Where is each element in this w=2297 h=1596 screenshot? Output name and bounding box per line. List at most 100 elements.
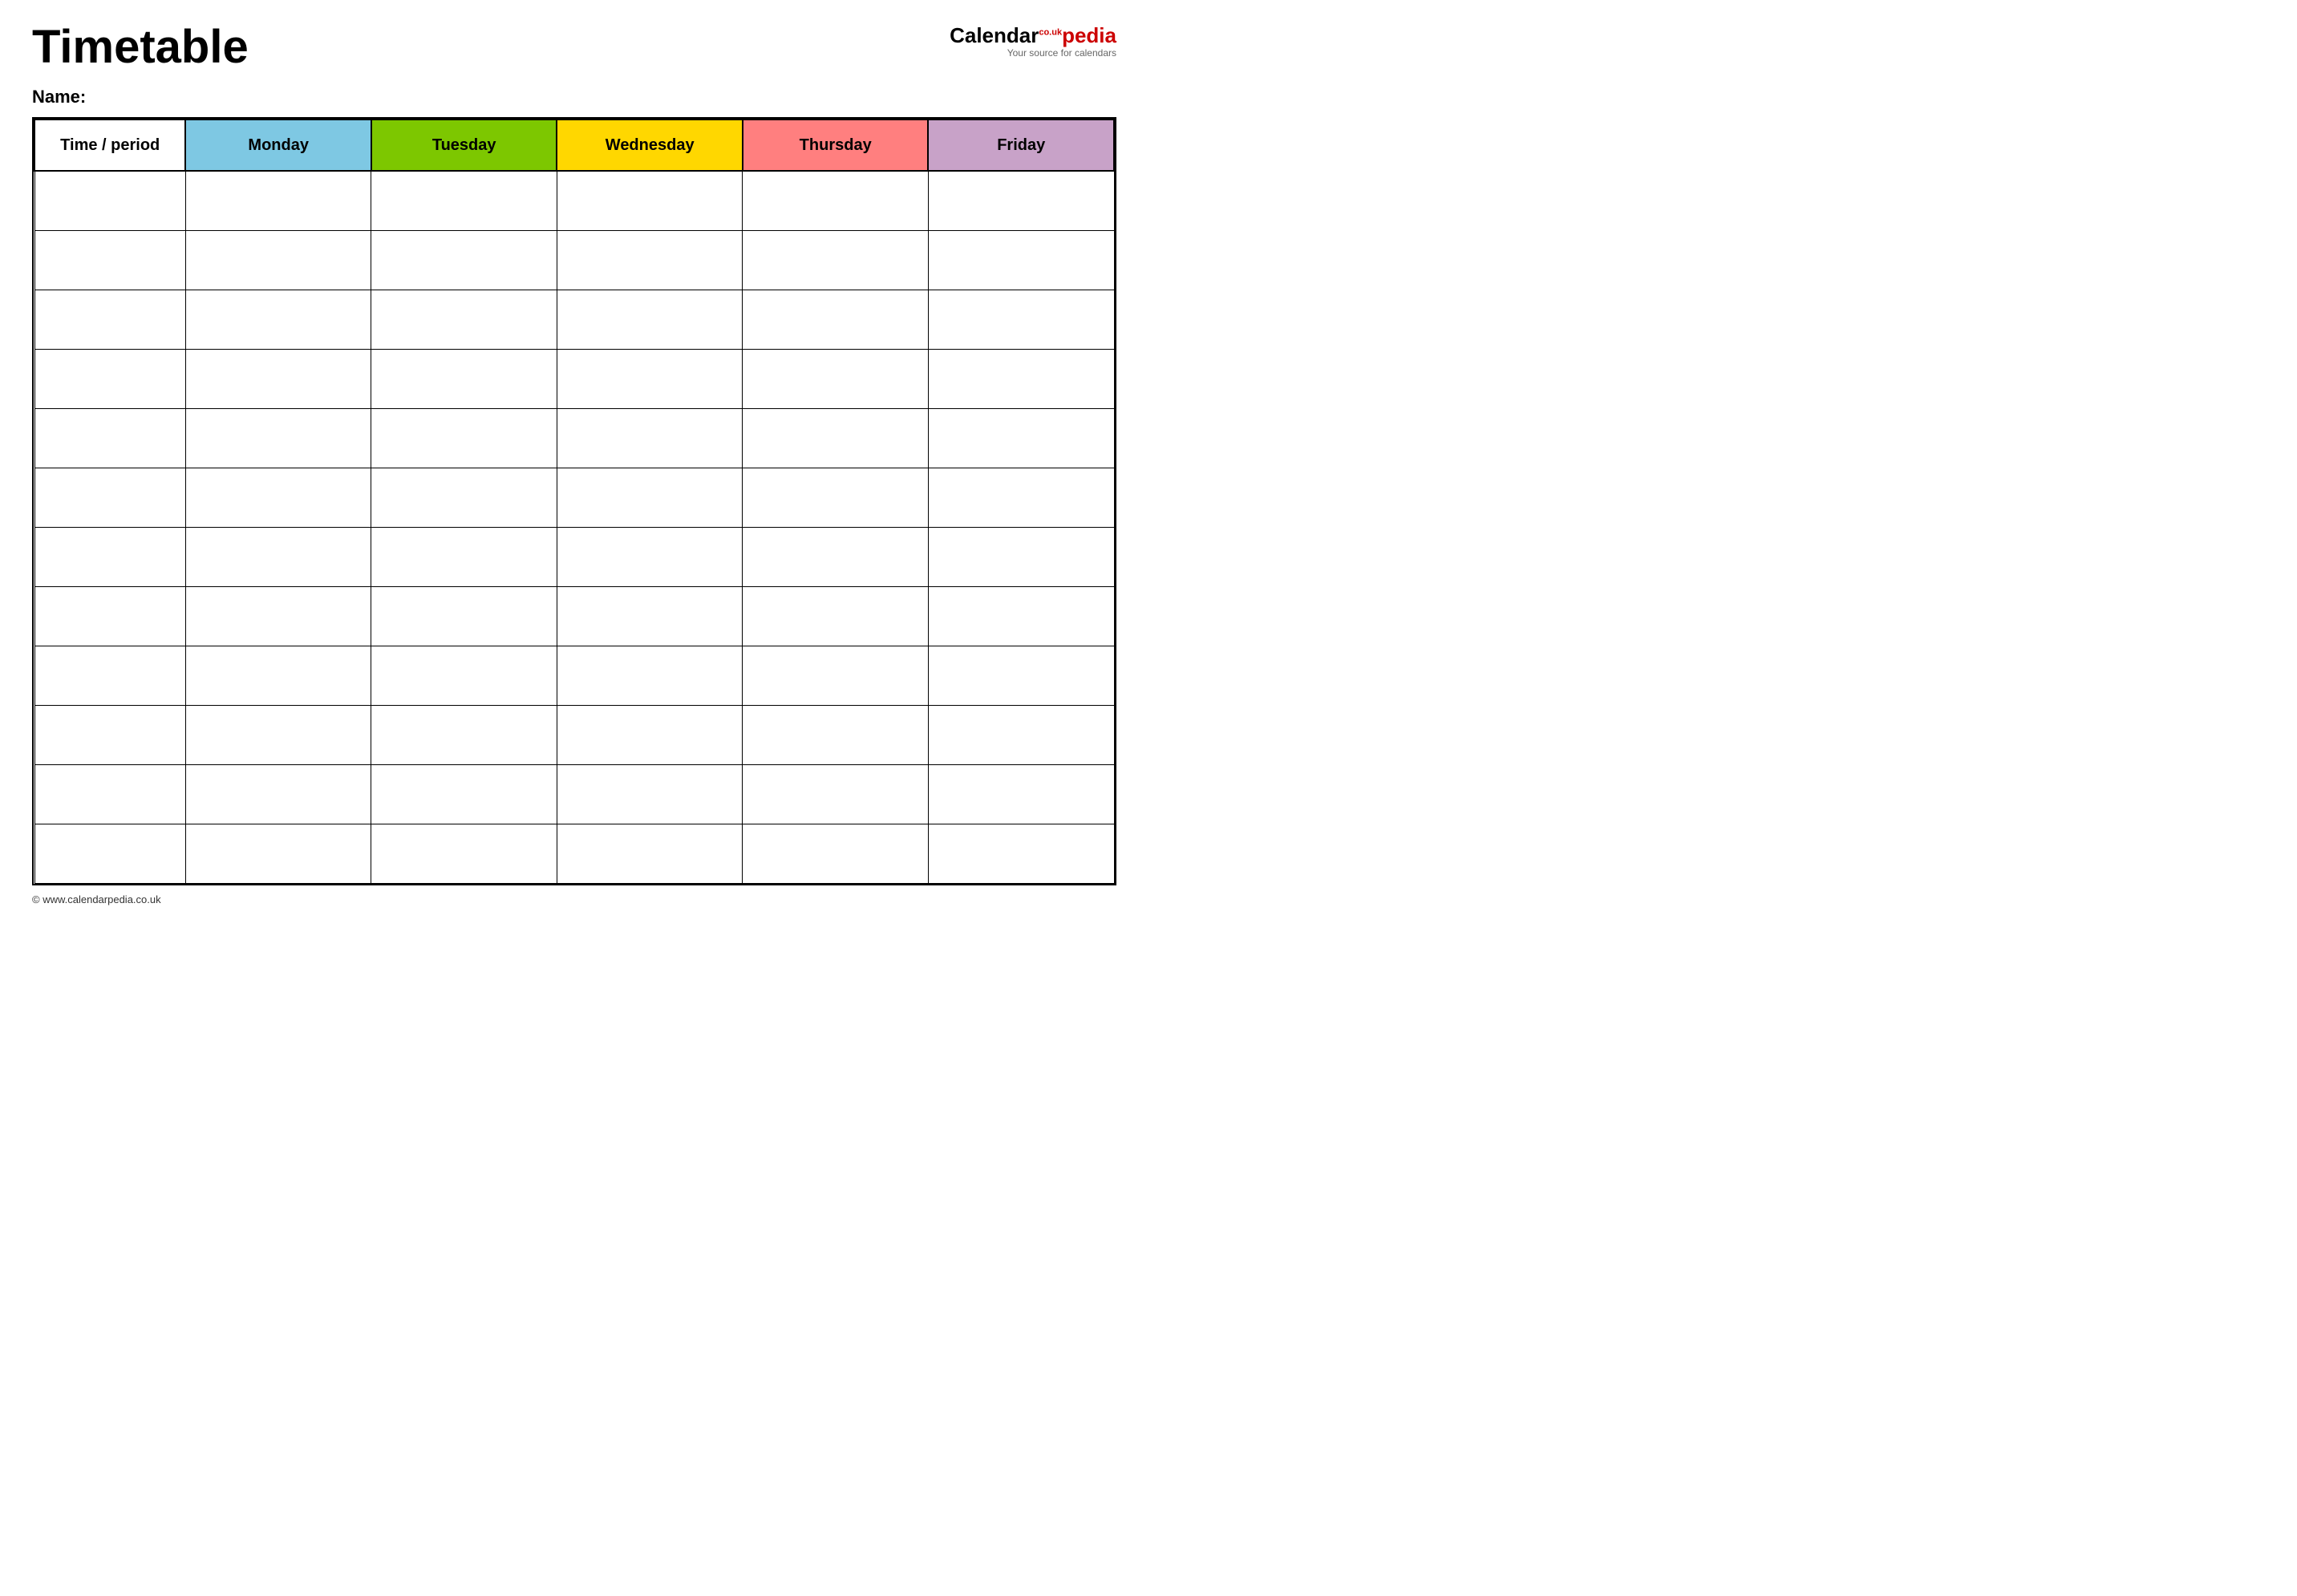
cell-row11-col6[interactable]	[928, 764, 1114, 824]
cell-row7-col2[interactable]	[185, 527, 371, 586]
col-header-friday: Friday	[928, 119, 1114, 171]
cell-row4-col2[interactable]	[185, 349, 371, 408]
footer: © www.calendarpedia.co.uk	[32, 893, 1116, 905]
logo-subtitle: Your source for calendars	[1007, 47, 1116, 59]
name-label: Name:	[32, 87, 86, 107]
cell-row2-col5[interactable]	[743, 230, 929, 290]
cell-row12-col4[interactable]	[557, 824, 743, 883]
cell-row5-col3[interactable]	[371, 408, 557, 468]
cell-row7-col6[interactable]	[928, 527, 1114, 586]
timetable: Time / period Monday Tuesday Wednesday T…	[34, 119, 1115, 884]
cell-row12-col2[interactable]	[185, 824, 371, 883]
cell-row7-col3[interactable]	[371, 527, 557, 586]
cell-row5-col4[interactable]	[557, 408, 743, 468]
cell-row11-col2[interactable]	[185, 764, 371, 824]
logo-pedia: pedia	[1062, 23, 1116, 47]
cell-row9-col3[interactable]	[371, 646, 557, 705]
cell-row9-col2[interactable]	[185, 646, 371, 705]
logo-couk: co.uk	[1039, 27, 1062, 37]
cell-row3-col4[interactable]	[557, 290, 743, 349]
cell-row9-col5[interactable]	[743, 646, 929, 705]
cell-row2-col6[interactable]	[928, 230, 1114, 290]
cell-row1-col1[interactable]	[34, 171, 185, 230]
cell-row1-col3[interactable]	[371, 171, 557, 230]
cell-row9-col6[interactable]	[928, 646, 1114, 705]
cell-row1-col6[interactable]	[928, 171, 1114, 230]
cell-row2-col3[interactable]	[371, 230, 557, 290]
cell-row5-col6[interactable]	[928, 408, 1114, 468]
cell-row9-col1[interactable]	[34, 646, 185, 705]
cell-row9-col4[interactable]	[557, 646, 743, 705]
cell-row4-col4[interactable]	[557, 349, 743, 408]
cell-row2-col2[interactable]	[185, 230, 371, 290]
cell-row8-col5[interactable]	[743, 586, 929, 646]
col-header-thursday: Thursday	[743, 119, 929, 171]
cell-row12-col1[interactable]	[34, 824, 185, 883]
cell-row6-col6[interactable]	[928, 468, 1114, 527]
cell-row8-col6[interactable]	[928, 586, 1114, 646]
cell-row7-col1[interactable]	[34, 527, 185, 586]
table-row	[34, 646, 1114, 705]
cell-row3-col1[interactable]	[34, 290, 185, 349]
cell-row4-col6[interactable]	[928, 349, 1114, 408]
cell-row3-col3[interactable]	[371, 290, 557, 349]
logo-container: Calendarco.ukpedia Your source for calen…	[950, 24, 1116, 59]
cell-row3-col5[interactable]	[743, 290, 929, 349]
cell-row8-col1[interactable]	[34, 586, 185, 646]
cell-row5-col2[interactable]	[185, 408, 371, 468]
col-header-wednesday: Wednesday	[557, 119, 743, 171]
cell-row2-col4[interactable]	[557, 230, 743, 290]
cell-row10-col6[interactable]	[928, 705, 1114, 764]
name-section: Name:	[32, 87, 1116, 107]
cell-row1-col2[interactable]	[185, 171, 371, 230]
cell-row11-col4[interactable]	[557, 764, 743, 824]
cell-row3-col2[interactable]	[185, 290, 371, 349]
cell-row10-col3[interactable]	[371, 705, 557, 764]
cell-row10-col5[interactable]	[743, 705, 929, 764]
table-row	[34, 764, 1114, 824]
cell-row6-col2[interactable]	[185, 468, 371, 527]
cell-row12-col5[interactable]	[743, 824, 929, 883]
cell-row11-col5[interactable]	[743, 764, 929, 824]
cell-row8-col3[interactable]	[371, 586, 557, 646]
cell-row5-col1[interactable]	[34, 408, 185, 468]
table-row	[34, 171, 1114, 230]
table-row	[34, 468, 1114, 527]
cell-row6-col3[interactable]	[371, 468, 557, 527]
cell-row12-col6[interactable]	[928, 824, 1114, 883]
cell-row10-col4[interactable]	[557, 705, 743, 764]
table-row	[34, 230, 1114, 290]
table-row	[34, 527, 1114, 586]
cell-row4-col3[interactable]	[371, 349, 557, 408]
cell-row11-col3[interactable]	[371, 764, 557, 824]
cell-row10-col1[interactable]	[34, 705, 185, 764]
col-header-time: Time / period	[34, 119, 185, 171]
cell-row6-col5[interactable]	[743, 468, 929, 527]
cell-row5-col5[interactable]	[743, 408, 929, 468]
cell-row8-col4[interactable]	[557, 586, 743, 646]
table-row	[34, 586, 1114, 646]
cell-row6-col1[interactable]	[34, 468, 185, 527]
cell-row4-col1[interactable]	[34, 349, 185, 408]
table-row	[34, 290, 1114, 349]
cell-row11-col1[interactable]	[34, 764, 185, 824]
cell-row10-col2[interactable]	[185, 705, 371, 764]
table-row	[34, 824, 1114, 883]
footer-text: © www.calendarpedia.co.uk	[32, 893, 161, 905]
cell-row7-col4[interactable]	[557, 527, 743, 586]
cell-row3-col6[interactable]	[928, 290, 1114, 349]
table-row	[34, 349, 1114, 408]
cell-row1-col5[interactable]	[743, 171, 929, 230]
col-header-monday: Monday	[185, 119, 371, 171]
cell-row6-col4[interactable]	[557, 468, 743, 527]
logo-text: Calendarco.ukpedia	[950, 24, 1116, 47]
page-wrapper: Timetable Calendarco.ukpedia Your source…	[32, 24, 1116, 905]
cell-row12-col3[interactable]	[371, 824, 557, 883]
cell-row7-col5[interactable]	[743, 527, 929, 586]
cell-row1-col4[interactable]	[557, 171, 743, 230]
timetable-container: Time / period Monday Tuesday Wednesday T…	[32, 117, 1116, 885]
cell-row4-col5[interactable]	[743, 349, 929, 408]
cell-row8-col2[interactable]	[185, 586, 371, 646]
table-row	[34, 408, 1114, 468]
cell-row2-col1[interactable]	[34, 230, 185, 290]
